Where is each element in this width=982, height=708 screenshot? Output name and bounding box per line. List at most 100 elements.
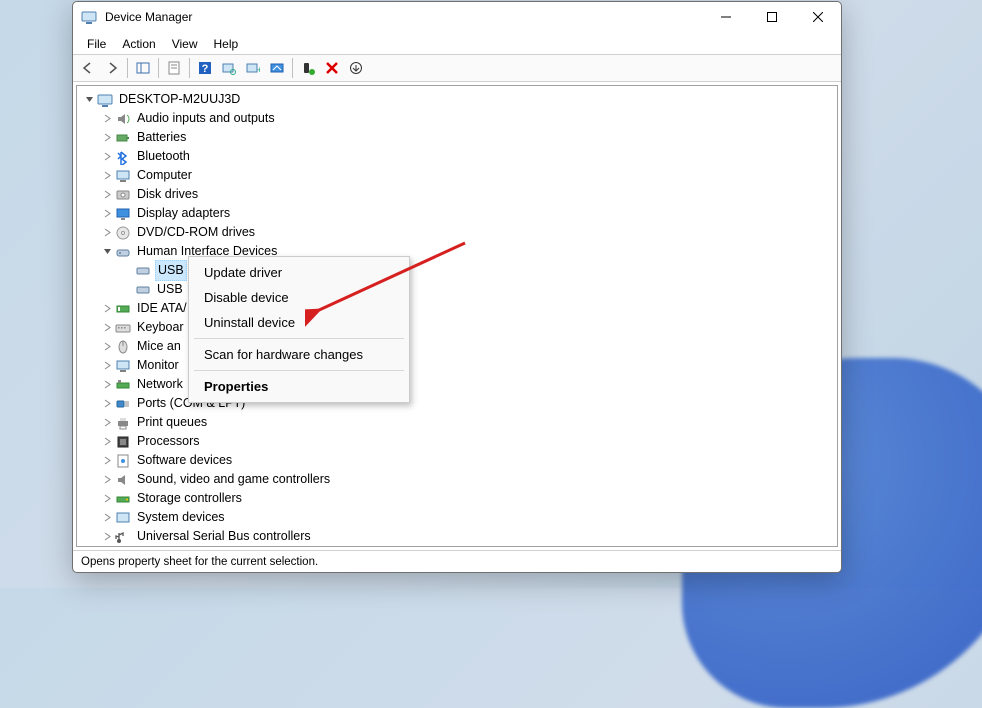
forward-icon[interactable] <box>101 57 123 79</box>
device-category-icon <box>115 339 131 355</box>
chevron-right-icon[interactable] <box>101 341 113 353</box>
menu-action[interactable]: Action <box>114 35 163 53</box>
device-category-icon <box>115 206 131 222</box>
back-icon[interactable] <box>77 57 99 79</box>
tree-label: USB <box>155 260 187 281</box>
menu-separator <box>194 338 404 339</box>
device-category-icon <box>115 377 131 393</box>
device-category-icon <box>115 358 131 374</box>
tree-category[interactable]: Audio inputs and outputs <box>77 109 837 128</box>
device-category-icon <box>115 491 131 507</box>
tree-label: Storage controllers <box>135 489 244 508</box>
device-category-icon <box>115 529 131 545</box>
chevron-right-icon[interactable] <box>101 379 113 391</box>
tree-label: Bluetooth <box>135 147 192 166</box>
chevron-right-icon[interactable] <box>101 512 113 524</box>
chevron-right-icon[interactable] <box>101 474 113 486</box>
chevron-right-icon[interactable] <box>101 417 113 429</box>
tree-label: DVD/CD-ROM drives <box>135 223 257 242</box>
device-category-icon <box>115 187 131 203</box>
tree-category[interactable]: Universal Serial Bus controllers <box>77 527 837 546</box>
statusbar: Opens property sheet for the current sel… <box>73 550 841 572</box>
tree-category[interactable]: Bluetooth <box>77 147 837 166</box>
tree-label: Sound, video and game controllers <box>135 470 332 489</box>
chevron-right-icon[interactable] <box>101 208 113 220</box>
tree-label: Keyboar <box>135 318 186 337</box>
tree-category[interactable]: Computer <box>77 166 837 185</box>
chevron-right-icon[interactable] <box>101 493 113 505</box>
svg-text:?: ? <box>202 63 209 75</box>
tree-label: Universal Serial Bus controllers <box>135 527 313 546</box>
device-category-icon <box>115 111 131 127</box>
usb-device-icon <box>135 282 151 298</box>
chevron-right-icon[interactable] <box>101 436 113 448</box>
menu-update-driver[interactable]: Update driver <box>192 260 406 285</box>
help-icon[interactable]: ? <box>194 57 216 79</box>
minimize-button[interactable] <box>703 2 749 32</box>
maximize-button[interactable] <box>749 2 795 32</box>
tree-label: Monitor <box>135 356 181 375</box>
scan-icon[interactable] <box>218 57 240 79</box>
chevron-right-icon[interactable] <box>101 227 113 239</box>
tree-label: Processors <box>135 432 202 451</box>
svg-text:+: + <box>257 65 260 75</box>
tree-category[interactable]: Software devices <box>77 451 837 470</box>
show-hide-tree-icon[interactable] <box>132 57 154 79</box>
tree-label: Print queues <box>135 413 209 432</box>
tree-label: USB <box>155 280 185 299</box>
titlebar[interactable]: Device Manager <box>73 2 841 32</box>
chevron-right-icon[interactable] <box>101 132 113 144</box>
tree-label: Software devices <box>135 451 234 470</box>
tree-root[interactable]: DESKTOP-M2UUJ3D <box>77 90 837 109</box>
device-category-icon <box>115 130 131 146</box>
tree-label: Mice an <box>135 337 183 356</box>
tree-category[interactable]: Batteries <box>77 128 837 147</box>
enable-icon[interactable] <box>297 57 319 79</box>
chevron-right-icon[interactable] <box>101 189 113 201</box>
menu-help[interactable]: Help <box>206 35 247 53</box>
tree-category[interactable]: Processors <box>77 432 837 451</box>
tree-category[interactable]: System devices <box>77 508 837 527</box>
chevron-right-icon[interactable] <box>101 170 113 182</box>
menu-file[interactable]: File <box>79 35 114 53</box>
add-device-icon[interactable]: + <box>242 57 264 79</box>
tree-category[interactable]: Display adapters <box>77 204 837 223</box>
tree-category[interactable]: Sound, video and game controllers <box>77 470 837 489</box>
tree-category[interactable]: Disk drives <box>77 185 837 204</box>
close-button[interactable] <box>795 2 841 32</box>
tree-category[interactable]: Storage controllers <box>77 489 837 508</box>
device-category-icon <box>115 453 131 469</box>
chevron-right-icon[interactable] <box>101 531 113 543</box>
menu-disable-device[interactable]: Disable device <box>192 285 406 310</box>
options-icon[interactable] <box>345 57 367 79</box>
device-category-icon <box>115 301 131 317</box>
chevron-right-icon[interactable] <box>101 360 113 372</box>
chevron-right-icon[interactable] <box>101 151 113 163</box>
chevron-down-icon[interactable] <box>83 94 95 106</box>
toolbar: ? + <box>73 54 841 82</box>
menu-view[interactable]: View <box>164 35 206 53</box>
chevron-right-icon[interactable] <box>101 113 113 125</box>
device-category-icon <box>115 434 131 450</box>
device-category-icon <box>115 510 131 526</box>
update-icon[interactable] <box>266 57 288 79</box>
chevron-down-icon[interactable] <box>101 246 113 258</box>
chevron-right-icon[interactable] <box>101 303 113 315</box>
chevron-right-icon[interactable] <box>101 322 113 334</box>
device-category-icon <box>115 472 131 488</box>
device-category-icon <box>115 225 131 241</box>
uninstall-icon[interactable] <box>321 57 343 79</box>
chevron-right-icon[interactable] <box>101 455 113 467</box>
status-text: Opens property sheet for the current sel… <box>81 556 318 568</box>
menubar: File Action View Help <box>73 32 841 54</box>
properties-icon[interactable] <box>163 57 185 79</box>
tree-category[interactable]: Print queues <box>77 413 837 432</box>
device-category-icon <box>115 168 131 184</box>
chevron-right-icon[interactable] <box>101 398 113 410</box>
menu-scan-hardware[interactable]: Scan for hardware changes <box>192 342 406 367</box>
tree-label: DESKTOP-M2UUJ3D <box>117 90 242 109</box>
tree-label: Display adapters <box>135 204 232 223</box>
menu-uninstall-device[interactable]: Uninstall device <box>192 310 406 335</box>
tree-category[interactable]: DVD/CD-ROM drives <box>77 223 837 242</box>
menu-properties[interactable]: Properties <box>192 374 406 399</box>
